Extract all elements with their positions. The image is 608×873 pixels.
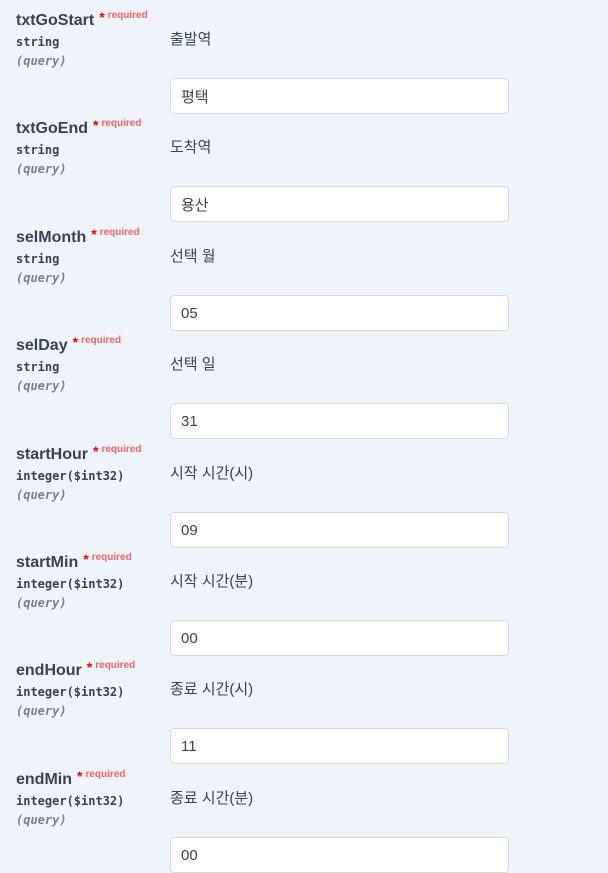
param-name-text: startHour [16,446,89,463]
param-row-txtGoStart: txtGoStart * required string (query) 출발역 [0,9,608,118]
param-row-selMonth: selMonth * required string (query) 선택 월 [0,226,608,335]
required-label: required [91,552,132,563]
param-name-text: txtGoStart [16,12,95,29]
param-row-selDay: selDay * required string (query) 선택 일 [0,334,608,443]
param-row-startMin: startMin * required integer($int32) (query… [0,551,608,660]
param-in: (query) [16,379,67,393]
endMin-input[interactable] [170,837,509,873]
endHour-input[interactable] [170,728,509,764]
param-row-endHour: endHour * required integer($int32) (query)… [0,659,608,768]
param-description: 출발역 [170,31,212,48]
param-description: 시작 시간(시) [170,465,254,482]
param-row-endMin: endMin * required integer($int32) (query) … [0,768,608,873]
param-in: (query) [16,54,67,68]
param-name-text: endMin [16,771,72,788]
param-name: selDay * required [16,334,122,355]
param-name: selMonth * required [16,226,140,247]
param-name: startHour * required [16,443,142,464]
param-name: startMin * required [16,551,132,572]
txtGoEnd-input[interactable] [170,186,509,222]
param-name-text: startMin [16,554,79,571]
param-description: 종료 시간(시) [170,681,254,698]
required-star: * [86,659,93,675]
startMin-input[interactable] [170,620,509,656]
param-description: 시작 시간(분) [170,573,254,590]
param-type: string [16,143,60,157]
param-name: endMin * required [16,768,126,789]
param-name-text: txtGoEnd [16,120,88,137]
param-type: string [16,360,60,374]
param-type: integer($int32) [16,469,125,483]
param-in: (query) [16,596,67,610]
required-label: required [99,227,140,238]
param-type: string [16,35,60,49]
required-label: required [101,118,142,129]
required-star: * [99,9,105,25]
required-star: * [83,551,89,567]
txtGoStart-input[interactable] [170,78,509,114]
param-type: integer($int32) [16,685,125,699]
param-name: txtGoStart * required [16,9,148,30]
param-in: (query) [16,162,67,176]
param-name-text: selMonth [16,229,87,246]
param-type: integer($int32) [16,794,125,808]
required-star: * [77,768,83,784]
param-row-txtGoEnd: txtGoEnd * required string (query) 도착역 [0,117,608,226]
required-label: required [107,10,148,21]
param-in: (query) [16,488,67,502]
param-description: 선택 일 [170,356,216,373]
param-in: (query) [16,704,67,718]
required-label: required [101,444,142,455]
param-in: (query) [16,271,67,285]
required-star: * [72,334,79,350]
required-label: required [81,335,122,346]
param-name: txtGoEnd * required [16,117,142,138]
param-name-text: endHour [16,662,82,679]
required-label: required [85,769,126,780]
param-name-text: selDay [16,337,68,354]
param-in: (query) [16,813,67,827]
selMonth-input[interactable] [170,295,509,331]
required-star: * [93,443,99,459]
startHour-input[interactable] [170,512,509,548]
param-description: 도착역 [170,139,212,156]
param-description: 종료 시간(분) [170,790,254,807]
param-type: string [16,252,60,266]
required-star: * [93,117,99,133]
param-row-startHour: startHour * required integer($int32) (quer… [0,443,608,552]
required-label: required [95,660,136,671]
param-name: endHour * required [16,659,136,680]
required-star: * [91,226,97,242]
param-type: integer($int32) [16,577,125,591]
selDay-input[interactable] [170,403,509,439]
param-description: 선택 월 [170,248,216,265]
